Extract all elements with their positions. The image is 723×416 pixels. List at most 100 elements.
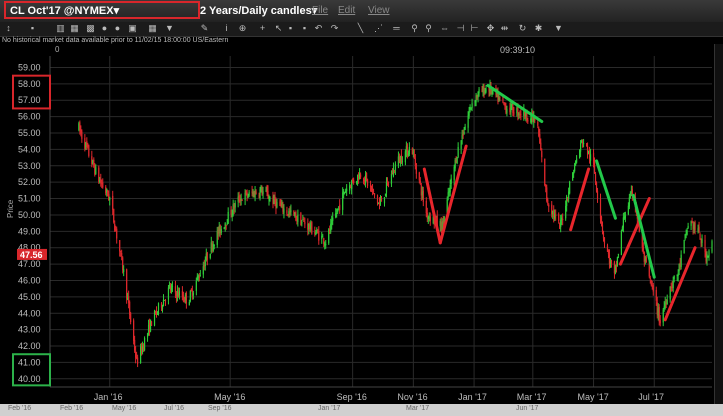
candle-body xyxy=(365,173,368,180)
nav-label: Sep '16 xyxy=(208,405,232,412)
y-tick-label: 46.00 xyxy=(18,275,41,285)
candle-body xyxy=(539,134,541,144)
candle-body xyxy=(323,238,325,245)
candle-body xyxy=(295,211,297,221)
candle-body xyxy=(119,240,121,252)
candle-body xyxy=(662,309,664,323)
candle-body xyxy=(610,259,613,264)
candle-body xyxy=(122,257,124,271)
candle-body xyxy=(283,208,285,214)
nav-label: May '16 xyxy=(112,405,137,412)
candle-body xyxy=(102,182,104,188)
candle-body xyxy=(650,280,652,286)
candle-body xyxy=(704,239,706,253)
candle-body xyxy=(126,269,128,299)
candle-body xyxy=(607,250,610,255)
y-tick-label: 50.00 xyxy=(18,210,41,220)
candle-body xyxy=(185,293,187,304)
candle-body xyxy=(513,112,515,115)
candle-body xyxy=(599,199,602,219)
candle-body xyxy=(694,222,696,230)
y-tick-label: 41.00 xyxy=(18,357,41,367)
candle-body xyxy=(157,303,160,311)
candle-body xyxy=(98,167,100,182)
price-axis: 59.00 58.00 57.00 56.00 55.00 54.00 53.00 52.00… xyxy=(18,62,41,383)
candle-body xyxy=(447,192,449,198)
x-tick-label: Mar '17 xyxy=(517,392,547,402)
price-chart[interactable]: 59.00 58.00 57.00 56.00 55.00 54.00 53.00 52.00… xyxy=(0,0,723,416)
candle-body xyxy=(464,126,466,130)
y-tick-label: 57.00 xyxy=(18,95,41,105)
candle-body xyxy=(380,198,383,202)
chart-grid xyxy=(49,56,712,388)
candle-body xyxy=(356,180,358,184)
candle-body xyxy=(133,320,135,341)
candle-body xyxy=(171,286,174,288)
nav-label: Feb '16 xyxy=(60,405,84,412)
candle-body xyxy=(315,232,317,236)
candle-body xyxy=(690,221,692,226)
candle-body xyxy=(123,269,125,273)
candle-body xyxy=(135,351,137,358)
candle-body xyxy=(485,89,487,92)
candle-body xyxy=(129,301,131,315)
candle-body xyxy=(244,192,246,201)
candle-body xyxy=(659,320,661,324)
candle-body xyxy=(548,204,550,207)
candle-body xyxy=(325,244,327,246)
candle-body xyxy=(245,191,247,193)
candle-body xyxy=(680,254,682,267)
candle-body xyxy=(262,191,264,195)
candle-body xyxy=(592,152,595,164)
candle-body xyxy=(318,231,320,241)
candle-body xyxy=(572,172,574,181)
candle-body xyxy=(337,208,339,213)
candle-body xyxy=(322,236,324,238)
nav-label: Feb '16 xyxy=(8,405,32,412)
candle-body xyxy=(383,197,386,204)
candle-body xyxy=(449,184,451,193)
candle-body xyxy=(582,142,585,145)
candle-body xyxy=(649,277,651,279)
candle-body xyxy=(330,223,332,232)
y-tick-label: 42.00 xyxy=(18,341,41,351)
candle-body xyxy=(113,208,115,223)
candle-body xyxy=(677,273,679,276)
candle-body xyxy=(471,103,473,109)
vertical-scrollbar[interactable] xyxy=(714,44,723,404)
candle-body xyxy=(628,197,630,207)
y-tick-label: 44.00 xyxy=(18,308,41,318)
candle-body xyxy=(146,333,149,338)
candle-body xyxy=(268,199,270,201)
candle-body xyxy=(220,228,222,233)
candle-body xyxy=(392,168,395,177)
candle-body xyxy=(109,197,111,201)
candle-body xyxy=(336,212,338,214)
candle-body xyxy=(290,210,292,213)
candle-body xyxy=(387,184,390,186)
candle-body xyxy=(562,218,564,220)
timeline-navigator[interactable]: Feb '16 Feb '16 May '16 Jul '16 Sep '16 … xyxy=(0,404,723,416)
x-tick-label: May '16 xyxy=(214,392,245,402)
candle-body xyxy=(683,240,685,253)
candle-body xyxy=(711,241,713,252)
candle-body xyxy=(178,291,181,296)
candle-body xyxy=(202,266,204,275)
candle-body xyxy=(411,148,413,155)
candle-body xyxy=(276,202,278,208)
y-tick-label: 55.00 xyxy=(18,128,41,138)
candle-body xyxy=(576,158,578,163)
candle-body xyxy=(673,275,675,279)
candle-body xyxy=(456,157,458,164)
candle-body xyxy=(183,300,185,302)
candle-body xyxy=(206,252,208,260)
green-trend-line xyxy=(595,159,617,220)
candle-body xyxy=(351,180,353,189)
candle-body xyxy=(554,214,556,219)
candle-body xyxy=(627,205,629,215)
red-trend-line xyxy=(569,167,591,232)
candle-body xyxy=(642,246,644,253)
candle-body xyxy=(491,90,493,93)
candle-body xyxy=(81,131,83,139)
candle-body xyxy=(593,162,596,174)
